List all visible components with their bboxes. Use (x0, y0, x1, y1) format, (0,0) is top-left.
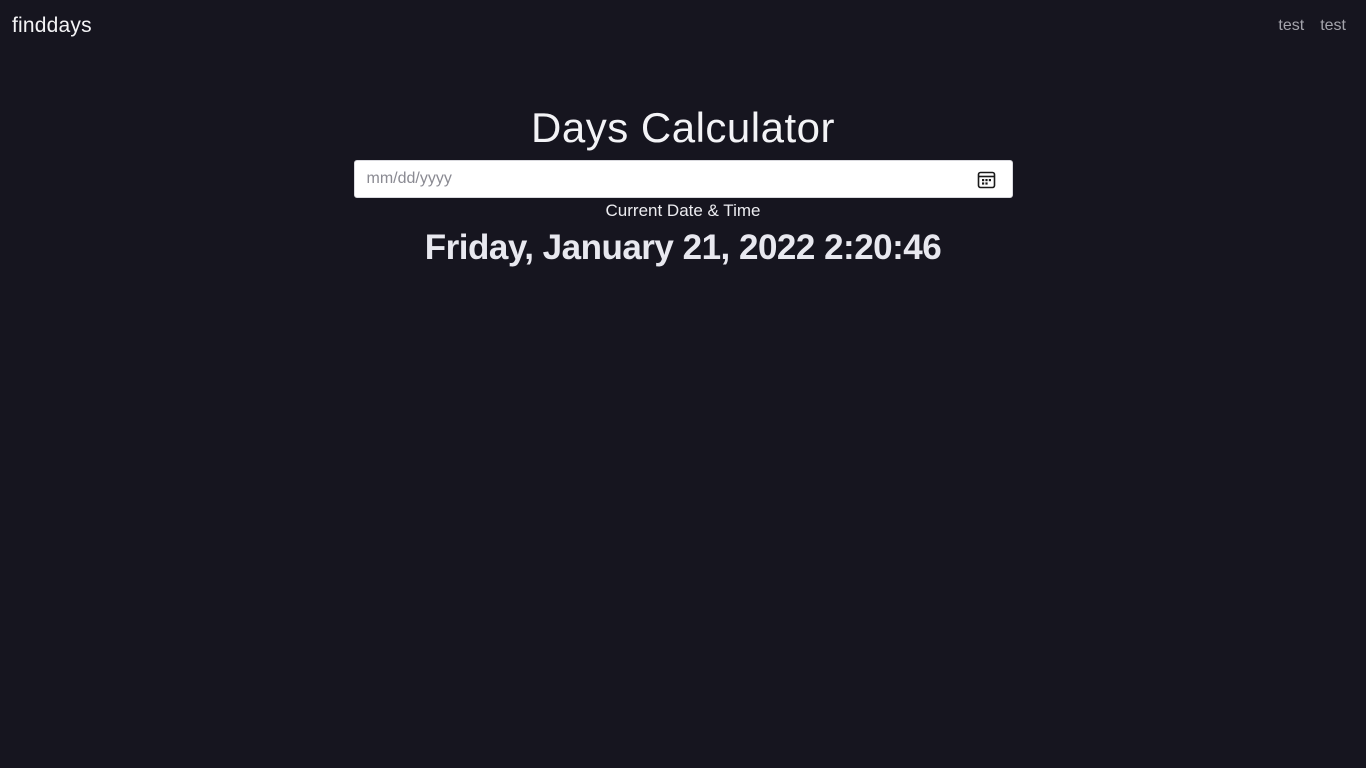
main-content: Days Calculator Current Date & Time Frid… (0, 100, 1366, 268)
page-title: Days Calculator (531, 104, 835, 151)
date-picker[interactable] (353, 160, 1013, 198)
nav-link-test-2[interactable]: test (1320, 17, 1346, 35)
current-datetime: Friday, January 21, 2022 2:20:46 (424, 228, 942, 267)
navbar: finddays test test (0, 0, 1366, 56)
brand-link[interactable]: finddays (12, 14, 92, 38)
date-input[interactable] (354, 161, 979, 197)
nav-link-test-1[interactable]: test (1278, 17, 1304, 35)
calendar-icon[interactable] (977, 170, 996, 189)
nav-links: test test (1278, 17, 1346, 35)
current-datetime-label: Current Date & Time (605, 201, 761, 220)
